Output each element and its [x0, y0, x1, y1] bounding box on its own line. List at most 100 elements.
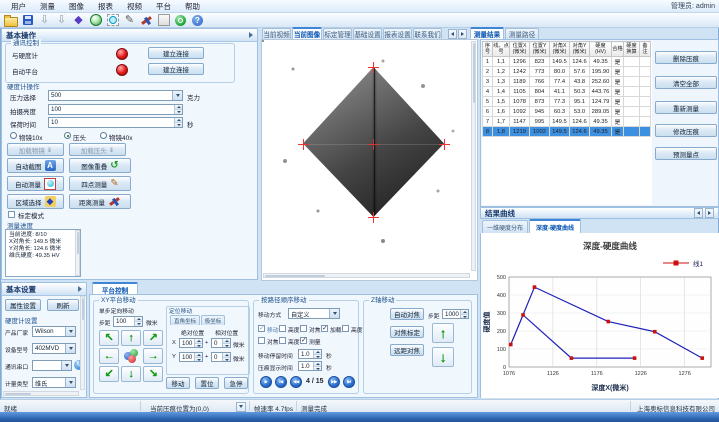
- auto-snapshot-button[interactable]: 自动截图 A: [7, 158, 64, 173]
- last-point-button[interactable]: ▶I: [343, 376, 355, 388]
- import-button[interactable]: ⇩: [37, 13, 52, 27]
- curve-scroll-right-button[interactable]: [705, 208, 714, 218]
- results-table-row[interactable]: 8 1,8 1219 1002 149.5 124.6 49.35 是: [482, 126, 651, 137]
- z-down-button[interactable]: ↓: [432, 347, 454, 367]
- calibration-mode-checkbox[interactable]: [8, 211, 15, 218]
- x-rel-stepper[interactable]: 0: [211, 338, 231, 348]
- home-rgb-button[interactable]: [124, 349, 138, 363]
- results-table-row[interactable]: 6 1,6 1092 945 60.3 53.0 289.05 是: [482, 106, 651, 117]
- move-up-right-button[interactable]: ↗: [143, 330, 163, 346]
- prev-point-button[interactable]: ◀◀: [290, 376, 302, 388]
- z-up-button[interactable]: ↑: [432, 323, 454, 343]
- center-marker[interactable]: [368, 139, 379, 150]
- dwell-stepper[interactable]: 10: [48, 117, 183, 128]
- image-overlay-button[interactable]: 图像重叠 ↺: [69, 158, 131, 173]
- open-file-button[interactable]: [3, 13, 18, 27]
- tab-current-video[interactable]: 当前视频: [262, 28, 291, 39]
- settings-vscrollbar[interactable]: [80, 296, 85, 390]
- menu-measure[interactable]: 测量: [33, 1, 62, 12]
- results-table-row[interactable]: 5 1,5 1078 873 77.3 95.1 124.79 是: [482, 96, 651, 107]
- spinner-arrows[interactable]: [134, 317, 142, 326]
- region-select-button[interactable]: 区域选择 ◆: [7, 194, 64, 209]
- step-load-checkbox[interactable]: [321, 325, 328, 332]
- modify-indent-button[interactable]: 修改压痕: [655, 124, 717, 137]
- focus-calibration-button[interactable]: 对焦标定: [390, 326, 424, 338]
- menu-video[interactable]: 视频: [120, 1, 149, 12]
- move-up-left-button[interactable]: ↖: [99, 330, 119, 346]
- move-up-button[interactable]: ↑: [121, 330, 141, 346]
- col-pass[interactable]: 合格: [611, 41, 624, 57]
- frame-button[interactable]: [156, 13, 171, 27]
- delete-indent-button[interactable]: 删除压痕: [655, 51, 717, 64]
- xy-step-stepper[interactable]: 100: [113, 316, 143, 327]
- brightness-stepper[interactable]: 100: [48, 104, 183, 115]
- calibration-button[interactable]: ◆: [71, 13, 86, 27]
- col-line-point[interactable]: 线、点 号: [492, 41, 510, 57]
- save-button[interactable]: [20, 13, 35, 27]
- spinner-arrows[interactable]: [194, 339, 202, 347]
- col-remark[interactable]: 备注: [639, 41, 651, 57]
- auto-measure-button-left[interactable]: 自动测量: [7, 176, 64, 191]
- step-height3-checkbox[interactable]: [279, 337, 286, 344]
- col-hardness[interactable]: 硬度 (HV): [589, 41, 612, 57]
- move-button[interactable]: 移动: [166, 377, 190, 389]
- menu-report[interactable]: 报表: [91, 1, 120, 12]
- tester-connect-button[interactable]: 建立连接: [148, 47, 204, 59]
- distance-measure-button[interactable]: 距离测量: [69, 194, 131, 209]
- x-abs-stepper[interactable]: 100: [179, 338, 203, 348]
- tab-polar[interactable]: 极坐标: [201, 315, 225, 325]
- force-select[interactable]: 500: [48, 90, 183, 101]
- edit-button[interactable]: ✎: [122, 13, 137, 27]
- tab-scroll-right-button[interactable]: [458, 29, 467, 39]
- indenter-radio[interactable]: [64, 132, 71, 139]
- curve-panel-header[interactable]: 结果曲线: [480, 207, 719, 219]
- vertex-marker-bottom[interactable]: [368, 212, 379, 223]
- step-height1-checkbox[interactable]: [279, 325, 286, 332]
- step-height2-checkbox[interactable]: [342, 325, 349, 332]
- clear-all-button[interactable]: 清空全部: [655, 76, 717, 89]
- step-measure-checkbox[interactable]: [300, 337, 307, 344]
- chevron-down-icon[interactable]: [65, 327, 75, 336]
- col-diag-y[interactable]: 对角Y (微米): [569, 41, 590, 57]
- spinner-arrows[interactable]: [174, 105, 182, 114]
- move-dwell-stepper[interactable]: 1.0: [298, 349, 322, 359]
- move-down-left-button[interactable]: ↙: [99, 366, 119, 382]
- col-index[interactable]: 序号: [482, 41, 493, 57]
- menu-platform[interactable]: 平台: [149, 1, 178, 12]
- col-diag-x[interactable]: 对角X (微米): [549, 41, 570, 57]
- results-table-row[interactable]: 7 1,7 1147 995 149.5 124.6 49.35 是: [482, 116, 651, 127]
- tab-measure-path[interactable]: 测量路径: [505, 28, 539, 39]
- serial-port-select[interactable]: [32, 360, 72, 371]
- menu-help[interactable]: 帮助: [178, 1, 207, 12]
- help-button[interactable]: ?: [190, 13, 205, 27]
- export-button[interactable]: ⇩: [54, 13, 69, 27]
- results-table-row[interactable]: 4 1,4 1105 804 41.1 50.3 443.76 是: [482, 86, 651, 97]
- tab-measure-results[interactable]: 测量结果: [470, 27, 504, 39]
- set-position-button[interactable]: 置位: [195, 377, 219, 389]
- image-hscrollbar[interactable]: [263, 273, 470, 278]
- collapse-pin-icon[interactable]: [249, 32, 253, 38]
- autofocus-button[interactable]: 自动对焦: [390, 308, 424, 320]
- step-focus1-checkbox[interactable]: [300, 325, 307, 332]
- spinner-arrows[interactable]: [460, 310, 468, 318]
- tab-contact-us[interactable]: 联系我们: [413, 28, 442, 39]
- settings-hscrollbar[interactable]: [3, 391, 79, 396]
- y-rel-stepper[interactable]: 0: [211, 352, 231, 362]
- collapse-pin-icon[interactable]: [78, 286, 82, 292]
- step-focus2-checkbox[interactable]: [258, 337, 265, 344]
- results-table-row[interactable]: 2 1,2 1242 773 80.0 57.6 195.90 是: [482, 66, 651, 77]
- chevron-down-icon[interactable]: [329, 309, 339, 318]
- spinner-arrows[interactable]: [222, 339, 230, 347]
- chevron-down-icon[interactable]: [65, 344, 75, 353]
- vertex-marker-left[interactable]: [298, 139, 309, 150]
- spinner-arrows[interactable]: [313, 362, 321, 370]
- spinner-arrows[interactable]: [222, 353, 230, 361]
- results-table-row[interactable]: 1 1,1 1296 823 149.5 124.6 49.35 是: [482, 56, 651, 67]
- tab-1d-distribution[interactable]: 一维硬度分布: [482, 220, 528, 233]
- tab-calibration[interactable]: 标定管理: [323, 28, 352, 39]
- premeasure-points-button[interactable]: 预测量点: [655, 147, 717, 160]
- model-select[interactable]: 402MVD: [32, 343, 76, 354]
- move-left-button[interactable]: ←: [99, 348, 119, 364]
- chevron-down-icon[interactable]: [61, 361, 71, 370]
- scale-type-select[interactable]: 维氏: [32, 377, 76, 388]
